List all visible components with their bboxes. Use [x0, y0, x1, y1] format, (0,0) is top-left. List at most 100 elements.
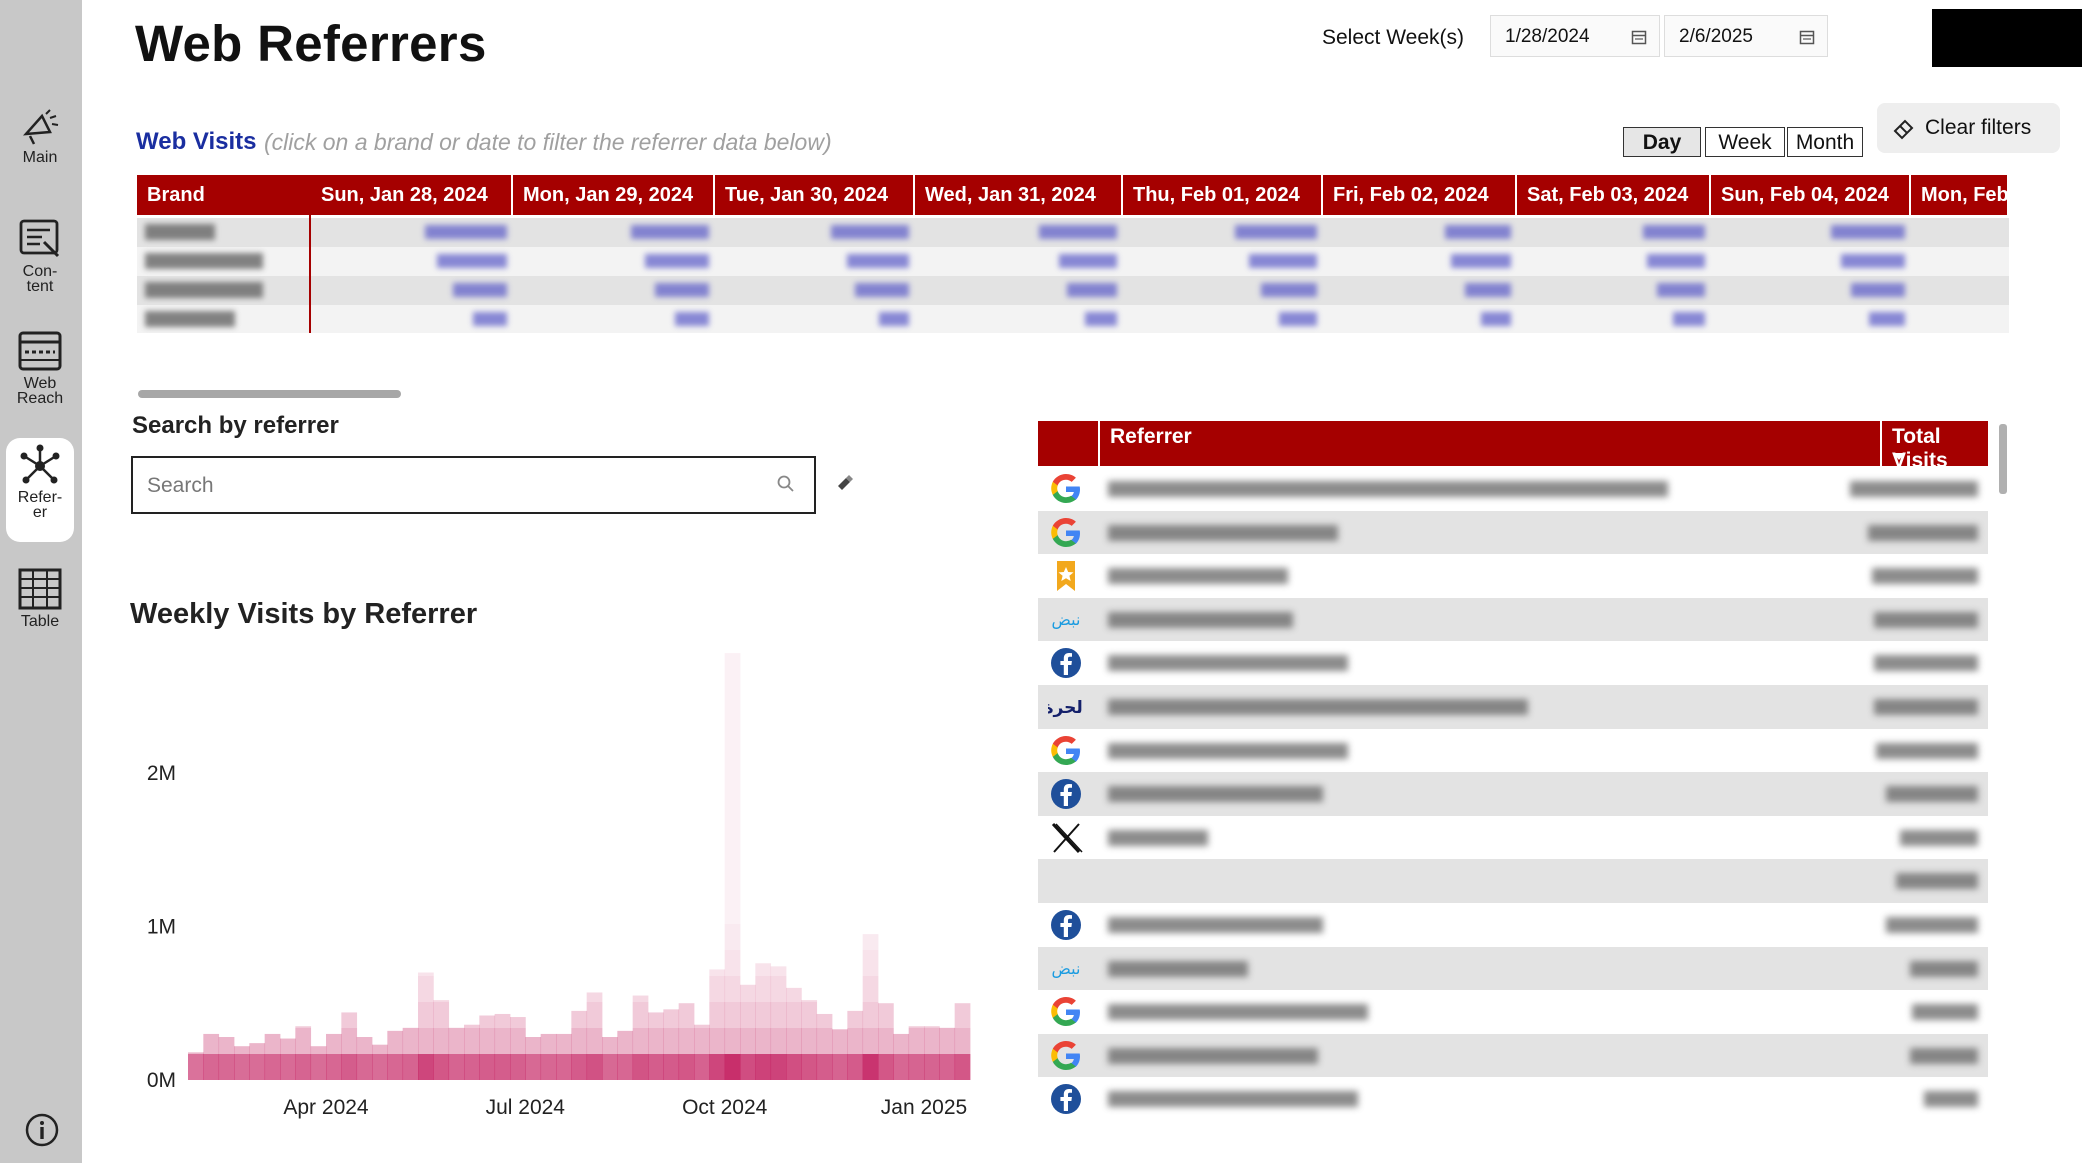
heatmap-cell[interactable] — [770, 976, 787, 1002]
heatmap-cell[interactable] — [939, 1054, 956, 1080]
heatmap-cell[interactable] — [663, 1009, 680, 1028]
visit-value-redacted[interactable] — [645, 254, 709, 268]
heatmap-cell[interactable] — [862, 934, 879, 950]
date-column-header[interactable]: Tue, Jan 30, 2024 — [715, 175, 915, 215]
clear-filters-button[interactable]: Clear filters — [1877, 103, 2060, 153]
heatmap-cell[interactable] — [724, 690, 741, 716]
heatmap-cell[interactable] — [678, 1028, 695, 1054]
brand-name-redacted[interactable] — [145, 311, 235, 327]
heatmap-cell[interactable] — [663, 1054, 680, 1080]
heatmap-cell[interactable] — [418, 1028, 434, 1054]
heatmap-cell[interactable] — [770, 1002, 787, 1028]
heatmap-cell[interactable] — [924, 1028, 940, 1054]
visit-value-redacted[interactable] — [1643, 225, 1705, 239]
referrer-row[interactable]: نبض — [1038, 946, 1988, 991]
heatmap-cell[interactable] — [556, 1033, 572, 1054]
heatmap-cell[interactable] — [801, 1028, 818, 1054]
visit-value-redacted[interactable] — [1451, 254, 1511, 268]
heatmap-cell[interactable] — [954, 1054, 971, 1080]
date-column-header[interactable]: Sun, Jan 28, 2024 — [311, 175, 513, 215]
heatmap-cell[interactable] — [724, 950, 741, 976]
heatmap-cell[interactable] — [908, 1054, 925, 1080]
brand-row[interactable] — [137, 247, 2009, 276]
heatmap-cell[interactable] — [264, 1033, 281, 1054]
referrer-row[interactable]: الحرة — [1038, 685, 1988, 729]
heatmap-cell[interactable] — [510, 1054, 526, 1080]
visit-value-redacted[interactable] — [1039, 225, 1117, 239]
heatmap-cell[interactable] — [586, 1028, 603, 1054]
heatmap-cell[interactable] — [617, 1030, 634, 1054]
heatmap-cell[interactable] — [893, 1054, 910, 1080]
visit-value-redacted[interactable] — [425, 225, 507, 239]
search-field[interactable] — [131, 456, 816, 514]
brand-column-header[interactable]: Brand — [137, 175, 311, 215]
heatmap-cell[interactable] — [724, 1054, 741, 1080]
heatmap-cell[interactable] — [356, 1054, 373, 1080]
heatmap-cell[interactable] — [740, 1054, 756, 1080]
heatmap-cell[interactable] — [341, 1012, 358, 1028]
date-column-header[interactable]: Sat, Feb 03, 2024 — [1517, 175, 1711, 215]
heatmap-cell[interactable] — [801, 1000, 818, 1002]
heatmap-cell[interactable] — [724, 872, 741, 898]
heatmap-cell[interactable] — [786, 1054, 802, 1080]
heatmap-cell[interactable] — [709, 1028, 726, 1054]
heatmap-cell[interactable] — [724, 924, 741, 950]
heatmap-cell[interactable] — [326, 1033, 342, 1054]
heatmap-cell[interactable] — [862, 1054, 879, 1080]
heatmap-cell[interactable] — [494, 1054, 511, 1080]
heatmap-cell[interactable] — [724, 653, 741, 664]
heatmap-cell[interactable] — [341, 1028, 358, 1054]
heatmap-cell[interactable] — [663, 1028, 680, 1054]
visit-value-redacted[interactable] — [675, 312, 709, 326]
referrer-url-redacted[interactable] — [1108, 742, 1348, 759]
visit-value-redacted[interactable] — [1059, 254, 1117, 268]
heatmap-cell[interactable] — [678, 1003, 695, 1028]
heatmap-cell[interactable] — [939, 1028, 956, 1054]
date-column-header[interactable]: Thu, Feb 01, 2024 — [1123, 175, 1323, 215]
visit-value-redacted[interactable] — [453, 283, 507, 297]
heatmap-cell[interactable] — [464, 1024, 480, 1028]
heatmap-cell[interactable] — [433, 1002, 450, 1028]
visit-value-redacted[interactable] — [1657, 283, 1705, 297]
heatmap-cell[interactable] — [862, 950, 879, 976]
heatmap-cell[interactable] — [586, 1002, 603, 1028]
heatmap-cell[interactable] — [770, 966, 787, 976]
referrer-url-redacted[interactable] — [1108, 960, 1248, 977]
heatmap-cell[interactable] — [387, 1030, 404, 1054]
heatmap-cell[interactable] — [494, 1028, 511, 1054]
referrer-row[interactable] — [1038, 1033, 1988, 1078]
heatmap-cell[interactable] — [218, 1054, 235, 1080]
referrer-table[interactable]: Referrer Total Visits نبض الحرة نبض — [1038, 421, 1988, 1121]
heatmap-cell[interactable] — [816, 1013, 833, 1028]
heatmap-cell[interactable] — [740, 984, 756, 1002]
heatmap-cell[interactable] — [694, 1024, 710, 1028]
heatmap-cell[interactable] — [816, 1028, 833, 1054]
referrer-row[interactable] — [1038, 1077, 1988, 1121]
heatmap-cell[interactable] — [801, 1002, 818, 1028]
brand-name-redacted[interactable] — [145, 282, 263, 298]
visit-value-redacted[interactable] — [473, 312, 507, 326]
heatmap-cell[interactable] — [234, 1054, 250, 1080]
heatmap-cell[interactable] — [203, 1033, 220, 1054]
referrer-url-redacted[interactable] — [1108, 786, 1323, 803]
heatmap-cell[interactable] — [494, 1013, 511, 1028]
heatmap-cell[interactable] — [755, 1054, 772, 1080]
visit-value-redacted[interactable] — [1481, 312, 1511, 326]
heatmap-cell[interactable] — [632, 1028, 649, 1054]
heatmap-cell[interactable] — [341, 1054, 358, 1080]
search-input[interactable] — [145, 458, 749, 513]
heatmap-cell[interactable] — [694, 1028, 710, 1054]
heatmap-cell[interactable] — [540, 1033, 557, 1054]
search-icon[interactable] — [776, 474, 796, 494]
visit-value-redacted[interactable] — [437, 254, 507, 268]
sidebar-item-main[interactable]: Main — [6, 108, 74, 180]
heatmap-cell[interactable] — [556, 1054, 572, 1080]
heatmap-cell[interactable] — [678, 1054, 695, 1080]
referrer-row[interactable] — [1038, 772, 1988, 817]
heatmap-cell[interactable] — [448, 1054, 465, 1080]
heatmap-cell[interactable] — [402, 1054, 419, 1080]
heatmap-cell[interactable] — [310, 1054, 327, 1080]
brand-row[interactable] — [137, 218, 2009, 247]
heatmap-cell[interactable] — [862, 976, 879, 1002]
heatmap-cell[interactable] — [525, 1037, 542, 1054]
